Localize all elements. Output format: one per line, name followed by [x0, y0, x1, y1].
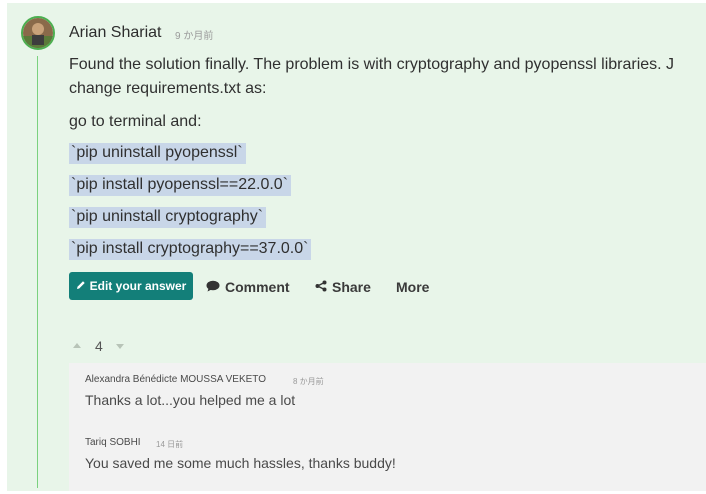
- thread-line: [37, 56, 38, 488]
- downvote-icon[interactable]: [116, 344, 124, 349]
- upvote-icon[interactable]: [73, 343, 81, 348]
- edit-answer-label: Edit your answer: [89, 279, 187, 293]
- share-label: Share: [332, 279, 371, 295]
- comment-timestamp: 8 か月前: [293, 377, 324, 386]
- code-line: `pip install pyopenssl==22.0.0`: [69, 175, 292, 196]
- pencil-icon: [76, 279, 86, 293]
- share-icon: [315, 279, 327, 295]
- code-line: `pip uninstall cryptography`: [69, 207, 267, 228]
- comment-timestamp: 14 日前: [156, 440, 184, 449]
- comment-text: Thanks a lot...you helped me a lot: [85, 392, 296, 408]
- code-line: `pip uninstall pyopenssl`: [69, 143, 246, 164]
- comment-icon: [206, 279, 220, 295]
- comment-label: Comment: [225, 279, 290, 295]
- answer-author[interactable]: Arian Shariat: [69, 24, 162, 42]
- more-label: More: [396, 279, 430, 295]
- edit-answer-button[interactable]: Edit your answer: [69, 272, 193, 300]
- avatar[interactable]: [21, 16, 55, 50]
- vote-count: 4: [95, 338, 103, 354]
- more-button[interactable]: More: [396, 279, 429, 295]
- answer-text-line: go to terminal and:: [69, 113, 202, 130]
- answer-timestamp: 9 か月前: [175, 31, 214, 42]
- comment-author[interactable]: Alexandra Bénédicte MOUSSA VEKETO: [85, 374, 266, 385]
- comment-author[interactable]: Tariq SOBHI: [85, 437, 141, 448]
- comment-text: You saved me some much hassles, thanks b…: [85, 455, 396, 471]
- answer-text-line: Found the solution finally. The problem …: [69, 56, 675, 73]
- share-button[interactable]: Share: [315, 279, 371, 295]
- answer-text-line: change requirements.txt as:: [69, 80, 267, 97]
- comments-section: Alexandra Bénédicte MOUSSA VEKETO 8 か月前 …: [69, 363, 706, 491]
- comment-button[interactable]: Comment: [206, 279, 290, 295]
- code-line: `pip install cryptography==37.0.0`: [69, 239, 312, 260]
